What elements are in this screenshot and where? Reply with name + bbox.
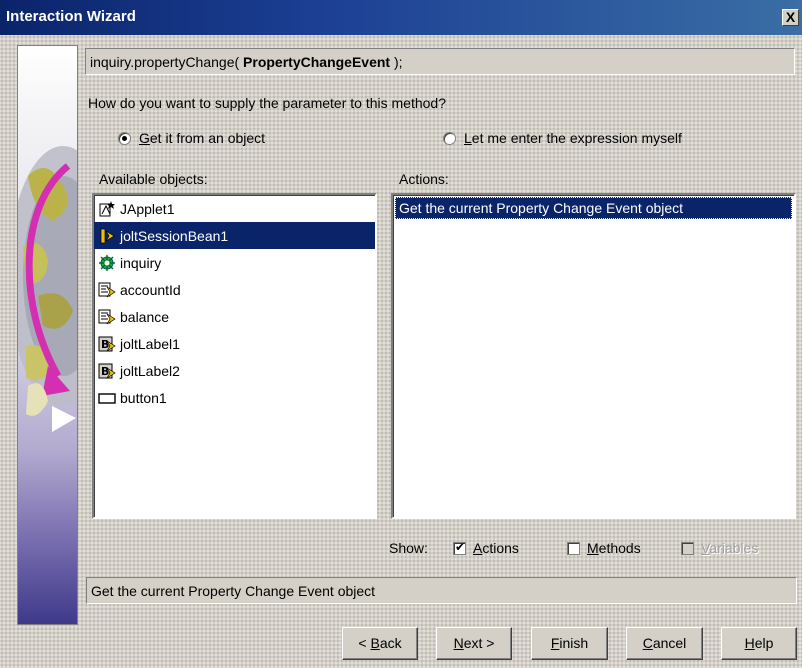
- back-button[interactable]: < Back: [342, 627, 418, 660]
- show-label: Show:: [389, 540, 428, 556]
- field-icon: [98, 282, 116, 297]
- expression-prefix: inquiry.propertyChange(: [90, 54, 244, 70]
- list-item-japplet1[interactable]: JApplet1: [94, 195, 375, 222]
- show-label-row: Show:: [389, 540, 428, 556]
- title-bar[interactable]: Interaction Wizard X: [0, 0, 802, 35]
- close-icon: X: [785, 9, 796, 25]
- interaction-wizard-window: Interaction Wizard X inquiry.propertyCha…: [0, 0, 802, 668]
- close-button[interactable]: X: [782, 9, 799, 26]
- checkbox-methods-label: Methods: [587, 540, 641, 556]
- actions-label: Actions:: [399, 171, 449, 187]
- radio-button-selected[interactable]: [118, 131, 131, 145]
- actions-list[interactable]: Get the current Property Change Event ob…: [391, 193, 796, 519]
- finish-button[interactable]: Finish: [531, 627, 608, 660]
- radio-get-from-object[interactable]: Get it from an object: [118, 130, 265, 146]
- parameter-question: How do you want to supply the parameter …: [88, 95, 446, 111]
- field-icon: [98, 309, 116, 324]
- list-item-joltlabel1[interactable]: B joltLabel1: [94, 330, 375, 357]
- wizard-side-graphic: [17, 45, 78, 625]
- list-item-balance[interactable]: balance: [94, 303, 375, 330]
- checkbox-actions-box[interactable]: [453, 540, 466, 555]
- label-icon: B: [98, 336, 116, 351]
- list-item-inquiry[interactable]: inquiry: [94, 249, 375, 276]
- window-title: Interaction Wizard: [6, 8, 136, 25]
- checkbox-methods[interactable]: Methods: [567, 540, 641, 556]
- expression-suffix: );: [390, 54, 403, 70]
- radio-enter-expression-label: Let me enter the expression myself: [464, 130, 682, 146]
- cancel-button[interactable]: Cancel: [626, 627, 703, 660]
- checkbox-methods-box[interactable]: [567, 541, 580, 555]
- checkbox-variables: Variables: [681, 540, 758, 556]
- session-bean-icon: [100, 228, 115, 243]
- checkbox-actions[interactable]: Actions: [453, 540, 519, 556]
- action-description: Get the current Property Change Event ob…: [86, 577, 797, 604]
- list-item-button1[interactable]: button1: [94, 384, 375, 411]
- bean-icon: [99, 254, 115, 271]
- radio-get-from-object-label: Get it from an object: [139, 130, 266, 146]
- expression-param: PropertyChangeEvent: [243, 54, 391, 70]
- help-button[interactable]: Help: [721, 627, 797, 660]
- radio-enter-expression[interactable]: Let me enter the expression myself: [443, 130, 682, 146]
- applet-icon: [99, 200, 115, 216]
- action-item[interactable]: Get the current Property Change Event ob…: [395, 197, 792, 219]
- next-button[interactable]: Next >: [436, 627, 512, 660]
- available-objects-label: Available objects:: [99, 171, 208, 187]
- wizard-graphic-image: [18, 146, 77, 432]
- checkbox-variables-label: Variables: [701, 540, 759, 556]
- label-icon: B: [98, 363, 116, 378]
- checkbox-actions-label: Actions: [473, 540, 519, 556]
- available-objects-list[interactable]: JApplet1 joltSessionBean1 inquiry accoun…: [92, 193, 377, 519]
- method-expression: inquiry.propertyChange( PropertyChangeEv…: [85, 48, 795, 75]
- list-item-accountid[interactable]: accountId: [94, 276, 375, 303]
- checkbox-variables-box: [681, 541, 694, 555]
- button-icon: [98, 392, 116, 404]
- list-item-joltlabel2[interactable]: B joltLabel2: [94, 357, 375, 384]
- radio-button-unselected[interactable]: [443, 131, 456, 145]
- list-item-joltsessionbean1[interactable]: joltSessionBean1: [94, 222, 375, 249]
